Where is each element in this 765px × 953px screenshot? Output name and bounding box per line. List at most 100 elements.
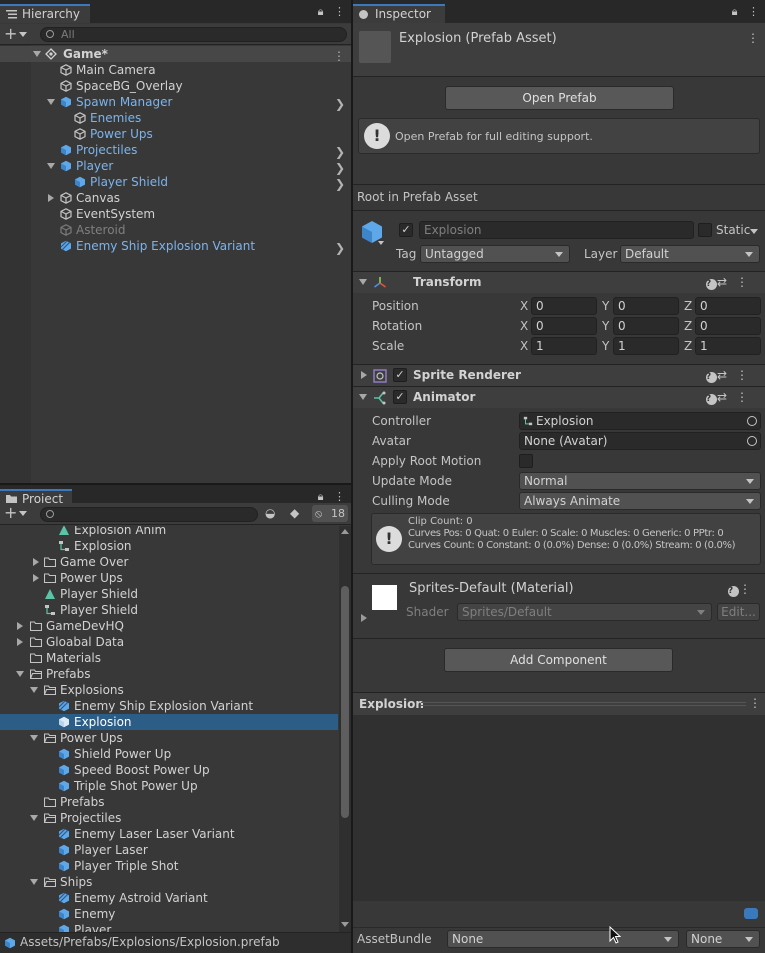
fold-arrow-icon[interactable]: [17, 638, 23, 646]
scale-y-field[interactable]: 1: [613, 337, 679, 355]
project-item[interactable]: Power Ups: [0, 570, 338, 586]
sprite-renderer-header[interactable]: ✓ Sprite Renderer ?⇄⋮: [353, 364, 765, 386]
create-plus-icon[interactable]: +: [4, 25, 17, 43]
transform-header[interactable]: Transform ?⇄⋮: [353, 271, 765, 293]
create-plus-icon[interactable]: +: [4, 504, 17, 522]
project-item[interactable]: Ships: [0, 874, 338, 890]
hierarchy-search-input[interactable]: All: [40, 27, 347, 42]
avatar-field[interactable]: None (Avatar): [519, 432, 761, 450]
fold-arrow-icon[interactable]: [48, 194, 54, 202]
more-menu-icon[interactable]: ⋮: [748, 5, 759, 18]
assetbundle-dropdown[interactable]: None: [447, 930, 679, 948]
hierarchy-item-canvas[interactable]: Canvas: [0, 190, 351, 206]
material-header-icons[interactable]: ?⋮: [728, 582, 759, 597]
rotation-x-field[interactable]: 0: [531, 317, 597, 335]
fold-arrow-icon[interactable]: [30, 815, 38, 821]
fold-arrow-icon[interactable]: [16, 671, 24, 677]
project-item[interactable]: Player Shield: [0, 602, 338, 618]
project-item[interactable]: Player: [0, 922, 338, 932]
fold-arrow-icon[interactable]: [30, 687, 38, 693]
lock-icon[interactable]: 🔒︎: [732, 5, 738, 18]
position-x-field[interactable]: 0: [531, 297, 597, 315]
create-dropdown-icon[interactable]: [19, 511, 27, 516]
asset-menu-icon[interactable]: ⋮: [747, 31, 759, 45]
fold-arrow-icon[interactable]: [33, 51, 41, 57]
scale-x-field[interactable]: 1: [531, 337, 597, 355]
asset-label-tag-icon[interactable]: [744, 908, 758, 919]
search-by-type-icon[interactable]: ◒: [265, 506, 275, 520]
project-item[interactable]: Materials: [0, 650, 338, 666]
project-item[interactable]: Triple Shot Power Up: [0, 778, 338, 794]
hierarchy-item-eventsystem[interactable]: EventSystem: [0, 206, 351, 222]
preview-menu-icon[interactable]: ⋮: [749, 696, 761, 710]
hierarchy-item-power-ups[interactable]: Power Ups: [0, 126, 351, 142]
hierarchy-item-spawn-manager[interactable]: Spawn Manager ❯: [0, 94, 351, 111]
hierarchy-item-enemies[interactable]: Enemies: [0, 110, 351, 126]
fold-arrow-icon[interactable]: [361, 371, 367, 379]
more-menu-icon[interactable]: ⋮: [334, 5, 345, 18]
static-checkbox[interactable]: [698, 223, 712, 237]
object-picker-icon[interactable]: [747, 416, 757, 426]
controller-field[interactable]: Explosion: [519, 412, 761, 430]
shader-dropdown[interactable]: Sprites/Default: [457, 603, 712, 621]
update-mode-dropdown[interactable]: Normal: [519, 472, 761, 490]
fold-arrow-icon[interactable]: [30, 879, 38, 885]
project-item[interactable]: Explosions: [0, 682, 338, 698]
hierarchy-item-player[interactable]: Player ❯: [0, 158, 351, 175]
help-icon[interactable]: ?: [728, 586, 739, 597]
tag-dropdown[interactable]: Untagged: [420, 245, 570, 263]
static-dropdown-icon[interactable]: [750, 229, 758, 234]
hierarchy-item-projectiles[interactable]: Projectiles ❯: [0, 142, 351, 159]
fold-arrow-icon[interactable]: [359, 394, 367, 400]
scene-row[interactable]: Game* ⋮: [0, 46, 351, 63]
scale-z-field[interactable]: 1: [695, 337, 761, 355]
project-item[interactable]: Prefabs: [0, 666, 338, 682]
object-picker-icon[interactable]: [747, 436, 757, 446]
lock-icon[interactable]: 🔒︎: [318, 490, 324, 503]
chevron-right-icon[interactable]: ❯: [335, 240, 345, 256]
static-label[interactable]: Static: [716, 223, 750, 237]
icon-dropdown-arrow[interactable]: [378, 241, 384, 245]
help-icon[interactable]: ?: [705, 279, 717, 290]
active-checkbox[interactable]: ✓: [399, 223, 413, 237]
fold-arrow-icon[interactable]: [33, 558, 39, 566]
fold-arrow-icon[interactable]: [47, 163, 55, 169]
fold-arrow-icon[interactable]: [361, 614, 367, 622]
hierarchy-item-player-shield[interactable]: Player Shield ❯: [0, 174, 351, 191]
object-name-field[interactable]: Explosion: [419, 221, 694, 239]
fold-arrow-icon[interactable]: [30, 735, 38, 741]
lock-icon[interactable]: 🔒︎: [318, 5, 324, 18]
project-item[interactable]: Enemy Laser Laser Variant: [0, 826, 338, 842]
scroll-up-arrow-icon[interactable]: [341, 529, 349, 534]
animator-enabled-checkbox[interactable]: ✓: [393, 390, 407, 404]
create-dropdown-icon[interactable]: [19, 32, 27, 37]
project-search-input[interactable]: [40, 507, 258, 522]
project-item[interactable]: Player Shield: [0, 586, 338, 602]
position-z-field[interactable]: 0: [695, 297, 761, 315]
project-item[interactable]: Explosion: [0, 538, 338, 554]
component-header-icons[interactable]: ?⇄⋮: [705, 368, 757, 383]
layer-dropdown[interactable]: Default: [620, 245, 760, 263]
sprite-renderer-enabled-checkbox[interactable]: ✓: [393, 368, 407, 382]
project-item[interactable]: Player Triple Shot: [0, 858, 338, 874]
more-menu-icon[interactable]: ⋮: [334, 490, 345, 503]
edit-shader-button[interactable]: Edit...: [717, 603, 760, 621]
scrollbar-thumb[interactable]: [341, 586, 349, 818]
assetbundle-variant-dropdown[interactable]: None: [686, 930, 760, 948]
project-item[interactable]: Shield Power Up: [0, 746, 338, 762]
component-header-icons[interactable]: ?⇄⋮: [705, 390, 757, 405]
hierarchy-item-main-camera[interactable]: Main Camera: [0, 62, 351, 78]
hidden-packages-toggle[interactable]: ⦸ 18: [312, 505, 348, 522]
scroll-down-arrow-icon[interactable]: [341, 922, 349, 927]
fold-arrow-icon[interactable]: [359, 279, 367, 285]
position-y-field[interactable]: 0: [613, 297, 679, 315]
fold-arrow-icon[interactable]: [17, 622, 23, 630]
project-item[interactable]: Enemy: [0, 906, 338, 922]
fold-arrow-icon[interactable]: [33, 574, 39, 582]
hierarchy-item-asteroid[interactable]: Asteroid: [0, 222, 351, 238]
rotation-z-field[interactable]: 0: [695, 317, 761, 335]
apply-root-motion-checkbox[interactable]: [519, 454, 533, 468]
project-item[interactable]: Game Over: [0, 554, 338, 570]
project-scrollbar[interactable]: [339, 526, 351, 932]
project-item[interactable]: Player Laser: [0, 842, 338, 858]
